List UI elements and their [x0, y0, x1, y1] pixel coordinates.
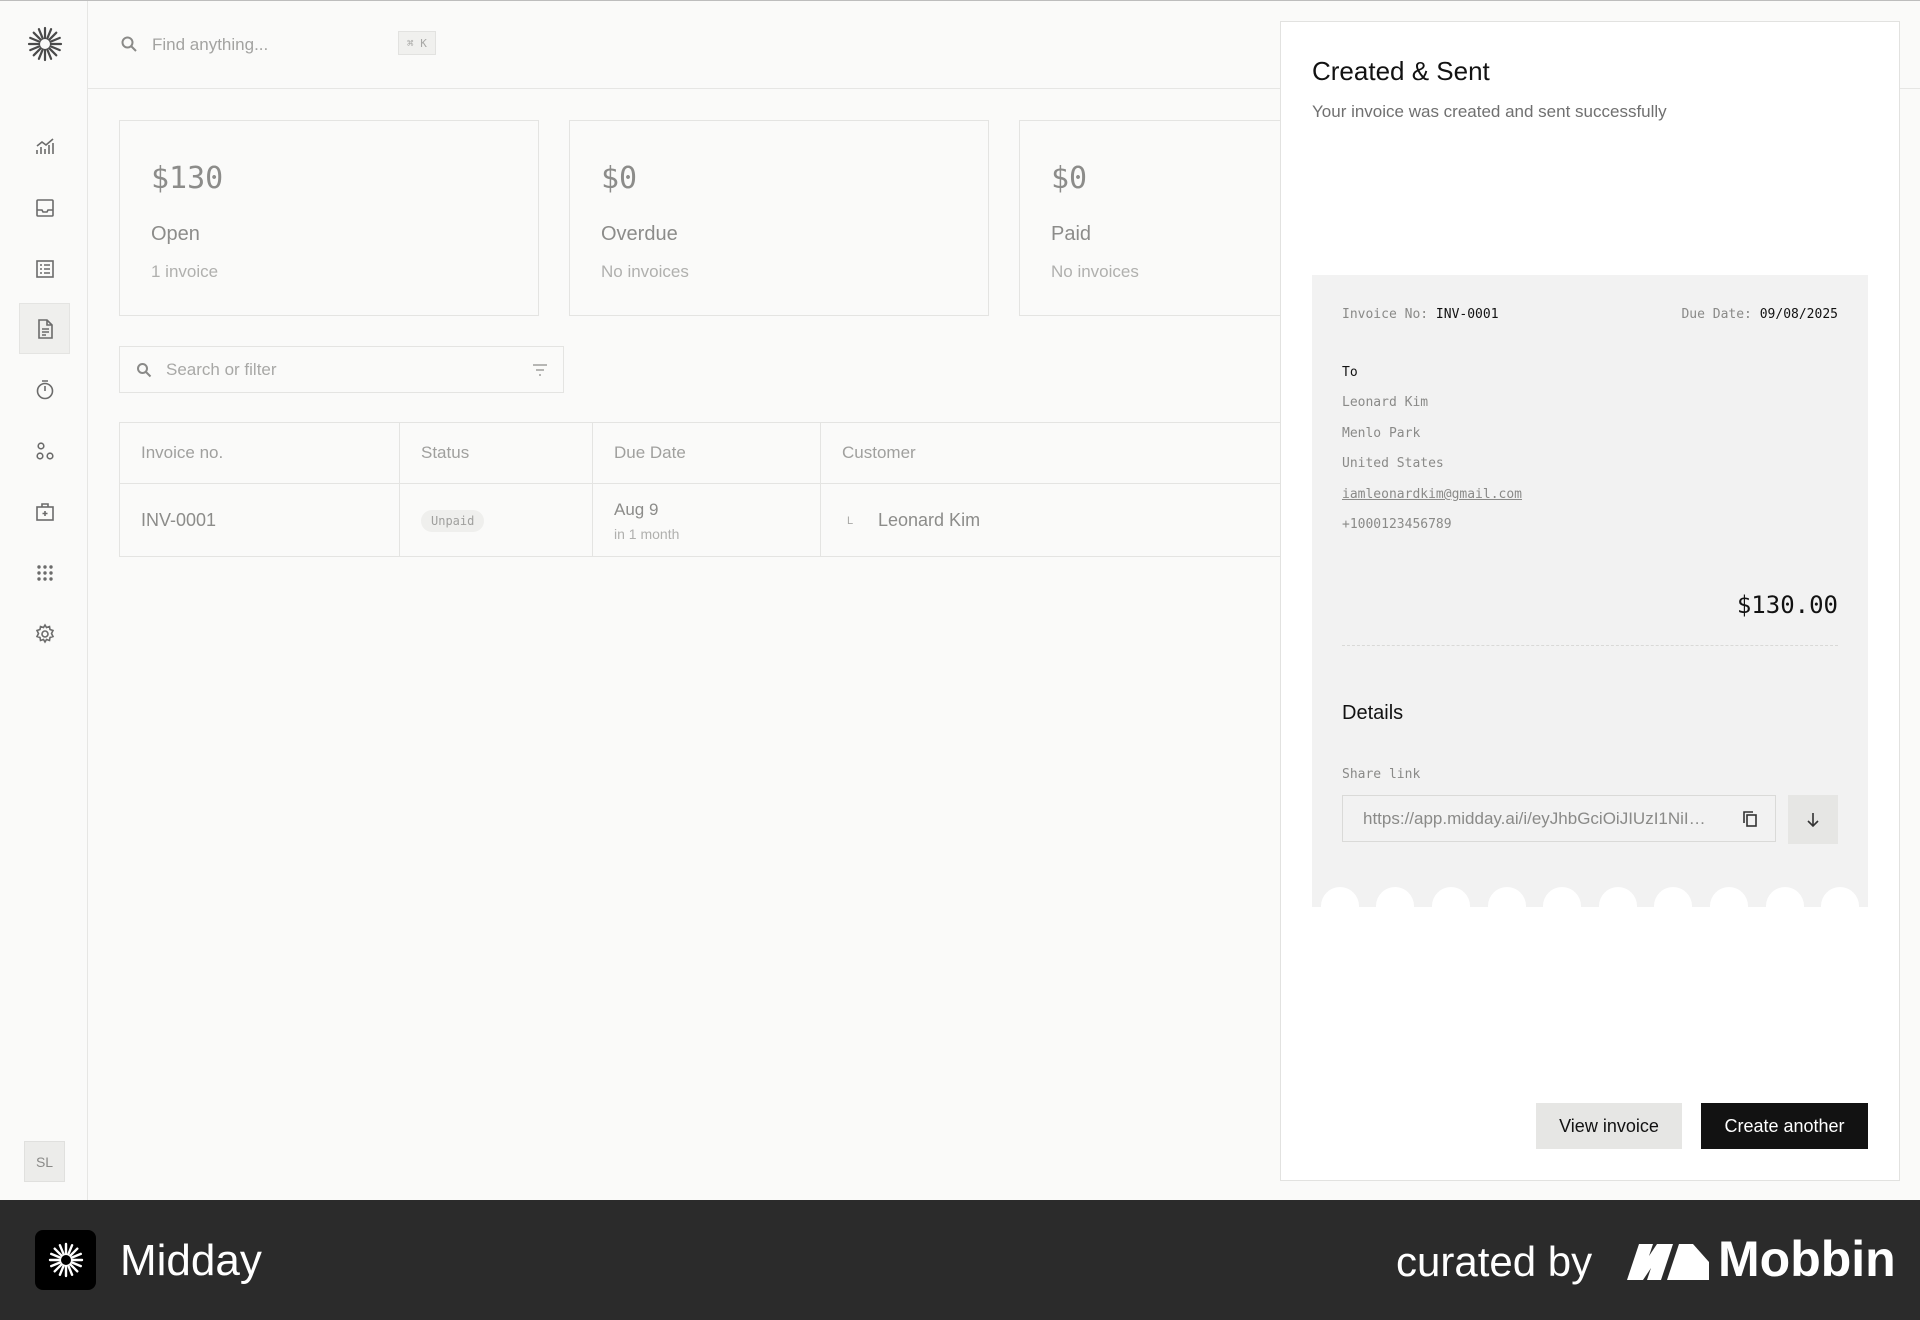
footer-app-name: Midday [120, 1236, 262, 1285]
mobbin-logo-mark [1627, 1244, 1709, 1280]
due-date-value: 09/08/2025 [1759, 307, 1838, 322]
apps-icon [36, 564, 53, 581]
due-date: Aug 9 [614, 499, 659, 519]
avatar[interactable]: SL [24, 1141, 65, 1182]
sidebar: SL [0, 1, 88, 1201]
download-button[interactable] [1788, 795, 1838, 844]
summary-amount: $0 [601, 161, 638, 196]
customers-icon [35, 441, 54, 460]
nav-overview[interactable] [19, 121, 70, 172]
midday-logo[interactable] [26, 25, 64, 63]
nav-invoices[interactable] [19, 303, 70, 354]
invoice-number: Invoice No: INV-0001 [1342, 307, 1499, 322]
midday-app-icon [35, 1230, 96, 1290]
column-header-status[interactable]: Status [400, 423, 593, 484]
footer-banner: Midday curated by Mobbin [0, 1200, 1920, 1320]
footer-brand: Mobbin [1718, 1231, 1896, 1287]
invoice-icon [37, 318, 53, 339]
to-label: To [1342, 365, 1358, 380]
nav-settings[interactable] [19, 608, 70, 659]
summary-label: Paid [1051, 223, 1092, 245]
to-city: Menlo Park [1342, 426, 1421, 441]
footer-curated-by: curated by [1396, 1238, 1593, 1285]
inbox-icon [35, 198, 54, 217]
copy-icon[interactable] [1741, 810, 1759, 828]
invoice-edge [1312, 887, 1868, 907]
summary-amount: $0 [1051, 161, 1088, 196]
column-header-invoice-no[interactable]: Invoice no. [120, 423, 400, 484]
to-email[interactable]: iamleonardkim@gmail.com [1342, 487, 1522, 502]
shortcut-hint: ⌘ K [398, 31, 436, 55]
vault-icon [35, 502, 54, 521]
settings-icon [35, 622, 54, 644]
summary-sub: 1 invoice [151, 262, 219, 281]
transactions-icon [35, 259, 54, 278]
sheet-title: Created & Sent [1312, 56, 1490, 86]
summary-card-overdue[interactable]: $0 Overdue No invoices [569, 120, 989, 316]
nav-apps[interactable] [19, 547, 70, 598]
customer-name: Leonard Kim [878, 510, 981, 530]
due-date-label: Due Date: [1681, 307, 1752, 322]
download-icon [1807, 812, 1819, 827]
details-title: Details [1342, 702, 1404, 724]
invoice-number-label: Invoice No: [1342, 307, 1429, 322]
summary-sub: No invoices [601, 262, 689, 281]
invoice-preview: Invoice No: INV-0001 Due Date: 09/08/202… [1312, 275, 1868, 907]
status-badge: Unpaid [421, 509, 485, 532]
nav-inbox[interactable] [19, 182, 70, 233]
app-window: SL ⌘ K $130 Open 1 invoice $0 Overdue No… [0, 0, 1920, 1201]
table-cell-customer[interactable]: L Leonard Kim [821, 484, 1290, 557]
share-link-url[interactable]: https://app.midday.ai/i/eyJhbGciOiJIUzI1… [1363, 809, 1713, 829]
table-cell-status: Unpaid [400, 484, 593, 557]
divider [1342, 645, 1838, 646]
chart-icon [35, 137, 54, 154]
summary-label: Overdue [601, 223, 678, 245]
sheet-subtitle: Your invoice was created and sent succes… [1312, 102, 1667, 121]
filter-icon[interactable] [531, 362, 549, 378]
invoices-table: Invoice no. Status Due Date Customer INV… [119, 422, 1290, 557]
invoice-number-value: INV-0001 [1435, 307, 1499, 322]
column-header-due-date[interactable]: Due Date [593, 423, 821, 484]
customer-avatar: L [846, 514, 854, 527]
search-icon [137, 363, 152, 378]
nav-tracker[interactable] [19, 364, 70, 415]
midday-logo [48, 1242, 83, 1278]
to-name: Leonard Kim [1342, 395, 1429, 410]
summary-amount: $130 [151, 161, 224, 196]
share-link-field[interactable]: https://app.midday.ai/i/eyJhbGciOiJIUzI1… [1342, 795, 1776, 842]
view-invoice-button[interactable]: View invoice [1536, 1103, 1682, 1149]
summary-card-open[interactable]: $130 Open 1 invoice [119, 120, 539, 316]
invoice-due-date: Due Date: 09/08/2025 [1681, 307, 1838, 322]
timer-icon [36, 379, 53, 399]
search-icon [121, 36, 137, 52]
column-header-customer[interactable]: Customer [821, 423, 1290, 484]
invoice-sent-sheet: Created & Sent Your invoice was created … [1280, 21, 1900, 1181]
create-another-button[interactable]: Create another [1701, 1103, 1868, 1149]
nav-vault[interactable] [19, 486, 70, 537]
to-country: United States [1342, 456, 1444, 471]
summary-label: Open [151, 223, 200, 245]
due-relative: in 1 month [614, 525, 680, 542]
filter-input[interactable] [166, 357, 506, 383]
table-cell-invoice-no[interactable]: INV-0001 [120, 484, 400, 557]
filter-bar [119, 346, 564, 393]
to-phone: +1000123456789 [1342, 517, 1452, 532]
nav-transactions[interactable] [19, 243, 70, 294]
summary-sub: No invoices [1051, 262, 1139, 281]
table-cell-due-date: Aug 9 in 1 month [593, 484, 821, 557]
invoice-total: $130.00 [1736, 591, 1838, 619]
global-search-input[interactable] [152, 31, 382, 59]
nav-customers[interactable] [19, 425, 70, 476]
share-link-label: Share link [1342, 767, 1421, 782]
